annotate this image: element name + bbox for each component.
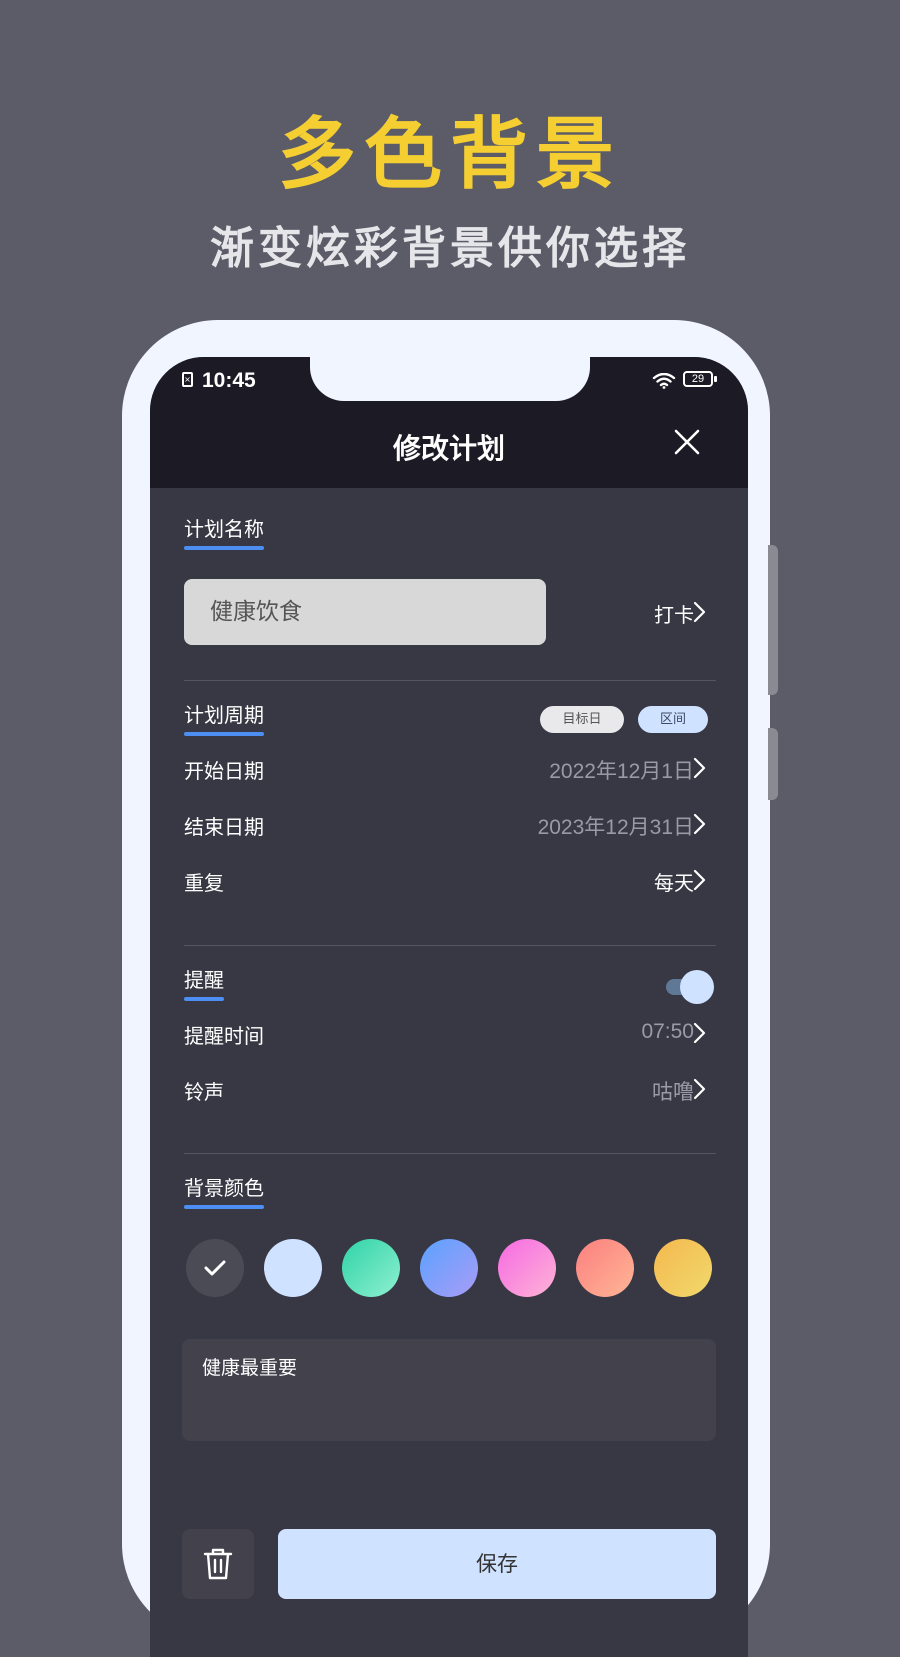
color-swatch-yellow[interactable]	[654, 1239, 712, 1297]
phone-screen: × 10:45 29 修改计划 计划名称 健康饮食 打卡 计划周期 目标日 区间…	[150, 357, 748, 1657]
header-bar: × 10:45 29 修改计划	[150, 357, 748, 488]
divider	[184, 1153, 716, 1154]
promo-headline: 多色背景	[277, 110, 622, 200]
reminder-toggle-knob[interactable]	[680, 970, 714, 1004]
phone-side-button	[768, 728, 778, 800]
note-textarea[interactable]: 健康最重要	[182, 1339, 716, 1441]
wifi-icon	[652, 373, 676, 389]
chevron-right-icon[interactable]	[692, 813, 706, 835]
ringtone-label: 铃声	[184, 1080, 224, 1104]
phone-side-button	[768, 545, 778, 695]
chevron-right-icon[interactable]	[692, 601, 706, 623]
plan-name-input[interactable]: 健康饮食	[184, 579, 546, 645]
save-button[interactable]: 保存	[278, 1529, 716, 1599]
check-icon	[204, 1260, 226, 1276]
color-swatch-blue[interactable]	[420, 1239, 478, 1297]
color-swatch-light-blue[interactable]	[264, 1239, 322, 1297]
sim-icon: ×	[182, 372, 193, 387]
trash-icon	[203, 1548, 233, 1580]
color-swatch-coral[interactable]	[576, 1239, 634, 1297]
divider	[184, 680, 716, 681]
chevron-right-icon[interactable]	[692, 1022, 706, 1044]
period-option-range[interactable]: 区间	[638, 706, 708, 733]
battery-icon: 29	[683, 371, 713, 387]
battery-tip	[714, 376, 717, 382]
plan-period-label: 计划周期	[184, 699, 264, 736]
reminder-time-label: 提醒时间	[184, 1024, 264, 1048]
status-time: 10:45	[202, 369, 256, 392]
ringtone-value[interactable]: 咕噜	[652, 1076, 694, 1106]
repeat-label: 重复	[184, 871, 224, 895]
page-title: 修改计划	[392, 432, 505, 465]
color-swatch-dark[interactable]	[186, 1239, 244, 1297]
chevron-right-icon[interactable]	[692, 1078, 706, 1100]
plan-name-label: 计划名称	[184, 513, 264, 550]
start-date-value[interactable]: 2022年12月1日	[549, 755, 694, 785]
start-date-label: 开始日期	[184, 759, 264, 783]
reminder-time-value[interactable]: 07:50	[641, 1020, 694, 1044]
color-swatch-pink[interactable]	[498, 1239, 556, 1297]
phone-notch	[310, 357, 590, 401]
delete-button[interactable]	[182, 1529, 254, 1599]
reminder-label: 提醒	[184, 964, 224, 1001]
end-date-label: 结束日期	[184, 815, 264, 839]
repeat-value[interactable]: 每天	[654, 867, 694, 896]
period-option-target-day[interactable]: 目标日	[540, 706, 624, 733]
end-date-value[interactable]: 2023年12月31日	[538, 811, 694, 841]
promo-subline: 渐变炫彩背景供你选择	[210, 223, 690, 274]
color-swatch-teal[interactable]	[342, 1239, 400, 1297]
divider	[184, 945, 716, 946]
background-color-label: 背景颜色	[184, 1172, 264, 1209]
chevron-right-icon[interactable]	[692, 869, 706, 891]
chevron-right-icon[interactable]	[692, 757, 706, 779]
plan-type-value[interactable]: 打卡	[654, 599, 694, 628]
close-icon[interactable]	[672, 427, 702, 457]
